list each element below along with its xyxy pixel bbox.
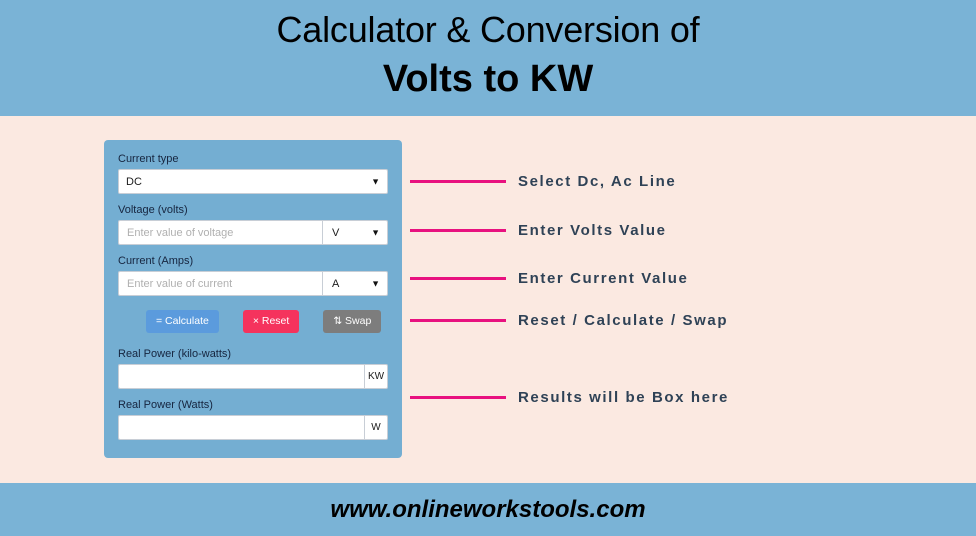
real-power-w-unit: W bbox=[364, 415, 388, 440]
real-power-kw-unit: KW bbox=[364, 364, 388, 389]
leader-line bbox=[410, 179, 506, 183]
voltage-unit-select[interactable]: V ▼ bbox=[322, 220, 388, 245]
calculate-button[interactable]: = Calculate bbox=[146, 310, 219, 333]
chevron-down-icon: ▼ bbox=[371, 278, 380, 288]
chevron-down-icon: ▼ bbox=[371, 176, 380, 186]
real-power-kw-group: KW bbox=[118, 364, 388, 389]
site-url: www.onlineworkstools.com bbox=[330, 495, 646, 523]
annotation-label: Results will be Box here bbox=[518, 388, 729, 406]
voltage-label: Voltage (volts) bbox=[118, 204, 188, 216]
real-power-w-input[interactable] bbox=[118, 415, 364, 440]
annotation-label: Enter Volts Value bbox=[518, 221, 667, 239]
real-power-kw-label: Real Power (kilo-watts) bbox=[118, 348, 232, 360]
current-unit-value: A bbox=[332, 277, 340, 290]
page-title-line2: Volts to KW bbox=[382, 58, 594, 100]
leader-line bbox=[410, 318, 506, 322]
current-unit-select[interactable]: A ▼ bbox=[322, 271, 388, 296]
chevron-down-icon: ▼ bbox=[371, 227, 380, 237]
voltage-input[interactable]: Enter value of voltage bbox=[118, 220, 322, 245]
voltage-unit-value: V bbox=[332, 226, 340, 239]
leader-line bbox=[410, 276, 506, 280]
footer-banner: www.onlineworkstools.com bbox=[0, 483, 976, 536]
volts-to-kw-calculator-card: Current type DC ▼ Voltage (volts) Enter … bbox=[104, 140, 402, 458]
annotation-label: Reset / Calculate / Swap bbox=[518, 311, 729, 329]
annotation-current: Enter Current Value bbox=[410, 268, 688, 288]
current-type-label: Current type bbox=[118, 153, 179, 165]
real-power-kw-input[interactable] bbox=[118, 364, 364, 389]
current-input[interactable]: Enter value of current bbox=[118, 271, 322, 296]
real-power-w-label: Real Power (Watts) bbox=[118, 399, 213, 411]
annotation-label: Select Dc, Ac Line bbox=[518, 172, 677, 190]
leader-line bbox=[410, 228, 506, 232]
annotation-buttons: Reset / Calculate / Swap bbox=[410, 310, 728, 330]
current-type-value: DC bbox=[126, 175, 142, 188]
current-input-group: Enter value of current A ▼ bbox=[118, 271, 388, 296]
action-button-row: = Calculate × Reset ⇅ Swap bbox=[118, 310, 388, 333]
swap-button[interactable]: ⇅ Swap bbox=[323, 310, 382, 333]
current-type-select[interactable]: DC ▼ bbox=[118, 169, 388, 194]
current-label: Current (Amps) bbox=[118, 255, 194, 267]
reset-button[interactable]: × Reset bbox=[242, 310, 300, 333]
voltage-input-group: Enter value of voltage V ▼ bbox=[118, 220, 388, 245]
annotation-results: Results will be Box here bbox=[410, 387, 729, 407]
annotation-voltage: Enter Volts Value bbox=[410, 220, 667, 240]
real-power-w-group: W bbox=[118, 415, 388, 440]
annotation-current-type: Select Dc, Ac Line bbox=[410, 171, 676, 191]
leader-line bbox=[410, 395, 506, 399]
page-title-line1: Calculator & Conversion of bbox=[276, 9, 700, 50]
annotation-label: Enter Current Value bbox=[518, 269, 689, 287]
header-banner: Calculator & Conversion of Volts to KW bbox=[0, 0, 976, 116]
